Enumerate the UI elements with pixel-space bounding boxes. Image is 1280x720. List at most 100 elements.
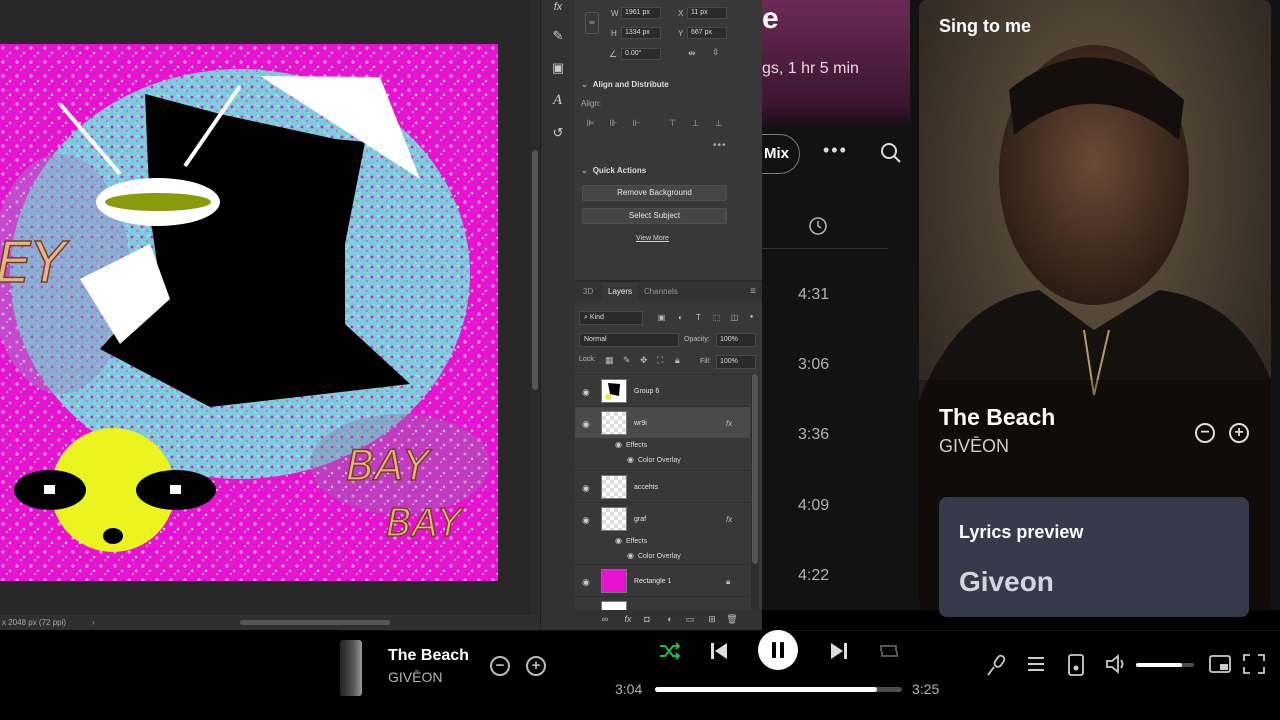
height-field[interactable]: 1334 px xyxy=(621,27,661,39)
canvas-horizontal-scrollbar[interactable] xyxy=(240,620,390,625)
progress-bar[interactable] xyxy=(655,687,902,692)
layer-fx-icon[interactable]: fx xyxy=(726,419,732,428)
volume-icon[interactable] xyxy=(1105,654,1129,674)
new-group-icon[interactable]: ▭ xyxy=(684,614,696,625)
next-icon[interactable] xyxy=(829,641,849,661)
new-layer-icon[interactable]: ⊞ xyxy=(706,614,718,625)
lyrics-preview-card[interactable]: Lyrics preview Giveon xyxy=(939,497,1249,617)
view-more-link[interactable]: View More xyxy=(636,235,669,242)
blend-mode-select[interactable]: Normal xyxy=(579,333,679,347)
layer-name[interactable]: graf xyxy=(634,516,646,523)
mix-button[interactable]: Mix xyxy=(762,134,800,174)
more-options-icon[interactable]: ••• xyxy=(823,140,848,161)
shape-filter-icon[interactable]: ⬚ xyxy=(711,312,722,323)
connect-device-icon[interactable] xyxy=(1067,654,1085,676)
pixel-filter-icon[interactable]: ▣ xyxy=(656,312,667,323)
align-left-icon[interactable]: ⊫ xyxy=(585,118,596,128)
status-menu-arrow-icon[interactable]: › xyxy=(92,615,95,630)
fill-field[interactable]: 100% xyxy=(716,355,756,369)
quick-actions-header[interactable]: ⌄ Quick Actions xyxy=(581,166,646,175)
player-song-title[interactable]: The Beach xyxy=(388,647,469,665)
link-dimensions-icon[interactable]: ∞ xyxy=(585,12,599,34)
shuffle-icon[interactable] xyxy=(659,642,681,660)
canvas-vertical-scrollbar[interactable] xyxy=(530,0,540,615)
scroll-thumb[interactable] xyxy=(532,150,538,390)
add-icon[interactable]: + xyxy=(1229,423,1249,443)
player-artist[interactable]: GIVĒON xyxy=(388,669,442,685)
layer-row-accehts[interactable]: ◉ accehts xyxy=(575,470,750,502)
lock-brush-icon[interactable]: ✎ xyxy=(623,355,633,366)
brush-icon[interactable]: ✎ xyxy=(547,25,569,47)
kind-filter-select[interactable]: ⌕ Kind xyxy=(579,311,643,325)
tab-3d[interactable]: 3D xyxy=(577,283,599,301)
visibility-eye-icon[interactable]: ◉ xyxy=(582,577,590,588)
layer-row-wr9i[interactable]: ◉ wr9i fx xyxy=(575,406,750,438)
delete-layer-icon[interactable]: 🗑︎ xyxy=(726,614,738,625)
layer-row-background[interactable] xyxy=(575,596,750,610)
previous-icon[interactable] xyxy=(709,641,729,661)
add-style-icon[interactable]: fx xyxy=(622,614,634,624)
lock-pixels-icon[interactable]: ▦ xyxy=(605,355,615,366)
layer-fx-icon[interactable]: fx xyxy=(726,515,732,524)
fullscreen-icon[interactable] xyxy=(1243,654,1265,674)
visibility-eye-icon[interactable]: ◉ xyxy=(582,419,590,430)
panel-menu-icon[interactable]: ≡ xyxy=(750,286,756,297)
tab-layers[interactable]: Layers xyxy=(602,283,639,301)
effect-color-overlay-row[interactable]: ◉ Color Overlay xyxy=(627,551,681,560)
photoshop-canvas-area[interactable]: EY BAY BAY x 2048 px (72 ppi) › xyxy=(0,0,540,630)
smart-object-filter-icon[interactable]: ◫ xyxy=(729,312,740,323)
repeat-icon[interactable] xyxy=(878,642,900,660)
more-options-icon[interactable]: ••• xyxy=(713,140,727,151)
layer-row-rectangle-1[interactable]: ◉ Rectangle 1 🔒︎ xyxy=(575,564,750,596)
layer-name[interactable]: accehts xyxy=(634,484,658,491)
effect-color-overlay-row[interactable]: ◉ Color Overlay xyxy=(627,455,681,464)
align-middle-v-icon[interactable]: ⊥ xyxy=(690,118,701,128)
history-icon[interactable]: ↺ xyxy=(547,122,569,144)
layer-name[interactable]: Rectangle 1 xyxy=(634,578,671,585)
visibility-eye-icon[interactable]: ◉ xyxy=(615,536,622,545)
align-right-icon[interactable]: ⊩ xyxy=(631,118,642,128)
x-field[interactable]: 11 px xyxy=(687,7,727,19)
remove-icon[interactable]: − xyxy=(1195,423,1215,443)
visibility-eye-icon[interactable]: ◉ xyxy=(627,455,634,464)
angle-field[interactable]: 0.00° xyxy=(621,48,661,60)
queue-icon[interactable] xyxy=(1026,654,1046,674)
lock-all-icon[interactable]: 🔒︎ xyxy=(675,355,685,366)
add-icon[interactable]: + xyxy=(526,656,546,676)
search-icon[interactable] xyxy=(880,142,902,164)
microphone-icon[interactable] xyxy=(986,654,1006,676)
y-field[interactable]: 667 px xyxy=(687,27,727,39)
remove-icon[interactable]: − xyxy=(490,656,510,676)
visibility-eye-icon[interactable]: ◉ xyxy=(582,387,590,398)
flip-horizontal-icon[interactable]: ⇹ xyxy=(688,48,696,59)
layer-name[interactable]: Group 6 xyxy=(634,388,659,395)
now-playing-song[interactable]: The Beach xyxy=(939,404,1055,431)
link-layers-icon[interactable]: ∞ xyxy=(599,614,611,624)
flip-vertical-icon[interactable]: ⇳ xyxy=(712,47,720,58)
lock-artboard-icon[interactable]: ⛶ xyxy=(657,355,667,366)
filter-toggle-icon[interactable]: ● xyxy=(746,312,757,323)
3d-panel-icon[interactable]: ▣ xyxy=(547,57,569,79)
opacity-field[interactable]: 100% xyxy=(716,333,756,347)
scroll-thumb[interactable] xyxy=(752,374,758,564)
volume-slider[interactable] xyxy=(1136,663,1194,667)
align-center-h-icon[interactable]: ⊪ xyxy=(608,118,619,128)
remove-background-button[interactable]: Remove Background xyxy=(582,185,727,201)
type-filter-icon[interactable]: T xyxy=(693,312,704,323)
visibility-eye-icon[interactable]: ◉ xyxy=(582,515,590,526)
fx-icon[interactable]: fx xyxy=(547,0,569,18)
artboard[interactable]: EY BAY BAY xyxy=(0,44,498,581)
now-playing-artist[interactable]: GIVĒON xyxy=(939,436,1009,457)
add-mask-icon[interactable]: ◘ xyxy=(641,614,653,624)
layer-row-group-6[interactable]: ◉ Group 6 xyxy=(575,374,750,406)
width-field[interactable]: 1961 px xyxy=(621,7,661,19)
layer-row-graf[interactable]: ◉ graf fx xyxy=(575,502,750,534)
adjustment-filter-icon[interactable]: ◐ xyxy=(675,312,686,323)
align-top-icon[interactable]: ⊤ xyxy=(667,118,678,128)
effects-row[interactable]: ◉ Effects xyxy=(615,440,647,449)
select-subject-button[interactable]: Select Subject xyxy=(582,208,727,224)
align-bottom-icon[interactable]: ⊥ xyxy=(713,118,724,128)
character-icon[interactable]: A xyxy=(547,90,569,112)
effects-row[interactable]: ◉ Effects xyxy=(615,536,647,545)
layer-name[interactable]: wr9i xyxy=(634,420,647,427)
